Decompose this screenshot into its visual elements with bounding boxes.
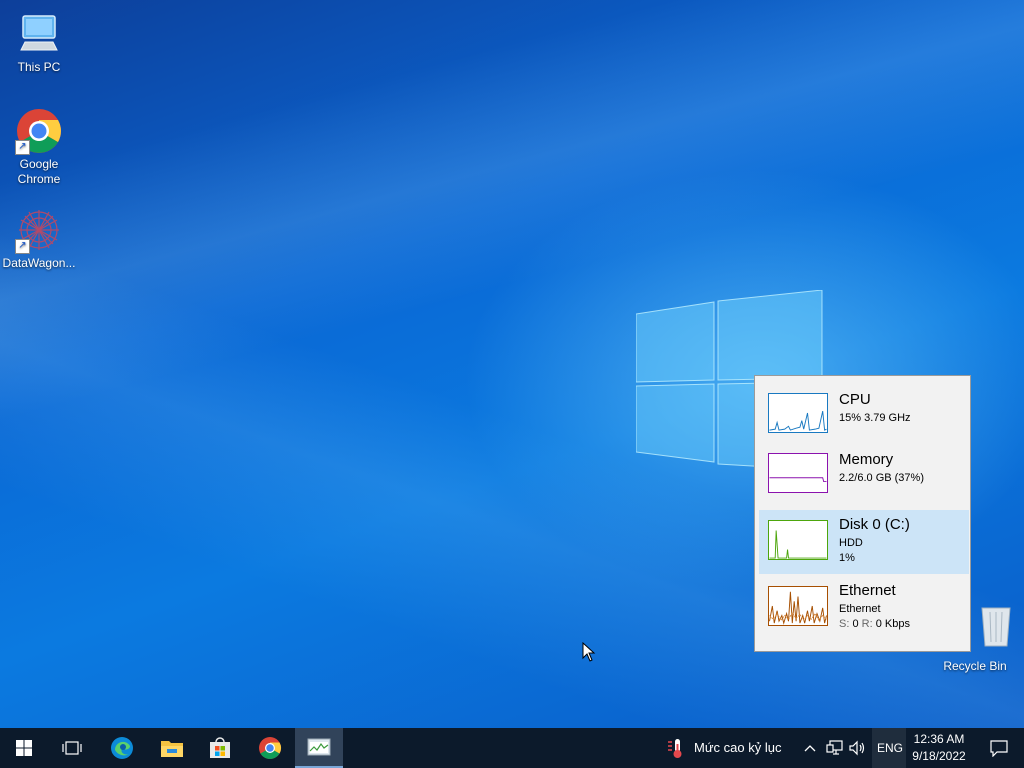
perf-item-detail: 15% 3.79 GHz	[839, 412, 911, 424]
memory-graph	[768, 453, 828, 493]
desktop-icon-label: Google Chrome	[17, 157, 61, 186]
task-manager-button[interactable]	[295, 728, 343, 768]
perf-item-throughput: S: 0 R: 0 Kbps	[839, 618, 910, 630]
disk-graph	[768, 520, 828, 560]
clock-time: 12:36 AM	[913, 732, 965, 746]
network-button[interactable]	[823, 728, 847, 768]
desktop-icon-google-chrome[interactable]: ↗ Google Chrome	[1, 107, 77, 187]
chevron-up-icon	[804, 745, 816, 752]
perf-item-detail: HDD	[839, 537, 863, 549]
perf-item-title: CPU	[839, 391, 871, 408]
mouse-cursor	[582, 642, 596, 662]
cpu-graph	[768, 393, 828, 433]
network-wired-icon	[826, 740, 843, 755]
desktop-icon-label: DataWagon...	[2, 256, 76, 270]
show-hidden-icons-button[interactable]	[800, 728, 820, 768]
input-language-button[interactable]: ENG	[872, 728, 906, 768]
weather-widget-icon-area[interactable]	[660, 728, 690, 768]
task-view-icon	[62, 741, 82, 755]
file-explorer-button[interactable]	[148, 728, 196, 768]
desktop-icon-label: This PC	[17, 60, 61, 74]
weather-text[interactable]: Mức cao kỷ lục	[694, 740, 781, 755]
recv-value: 0 Kbps	[875, 618, 910, 630]
start-icon	[16, 740, 32, 756]
task-manager-icon	[307, 738, 331, 756]
perf-item-cpu[interactable]: CPU 15% 3.79 GHz	[759, 385, 969, 449]
action-center-button[interactable]	[975, 728, 1023, 768]
recv-label: R:	[861, 618, 873, 630]
thermometer-hot-icon	[668, 739, 682, 758]
desktop-icon-datawagon[interactable]: ↗ DataWagon...	[1, 206, 77, 271]
perf-item-memory[interactable]: Memory 2.2/6.0 GB (37%)	[759, 445, 969, 509]
desktop-icon-this-pc[interactable]: This PC	[1, 10, 77, 75]
notification-icon	[990, 740, 1008, 757]
computer-icon	[15, 10, 63, 58]
chrome-taskbar-button[interactable]	[246, 728, 294, 768]
send-value: 0	[852, 618, 859, 630]
perf-item-title: Disk 0 (C:)	[839, 516, 910, 533]
task-view-button[interactable]	[48, 728, 96, 768]
chrome-icon: ↗	[15, 107, 63, 155]
volume-button[interactable]	[847, 728, 869, 768]
perf-item-title: Ethernet	[839, 582, 896, 599]
start-button[interactable]	[0, 728, 48, 768]
store-icon	[210, 737, 230, 758]
shortcut-arrow-icon: ↗	[15, 239, 30, 254]
clock[interactable]: 12:36 AM 9/18/2022	[908, 728, 970, 768]
perf-item-usage: 1%	[839, 552, 855, 564]
file-explorer-icon	[161, 741, 183, 757]
taskbar: Mức cao kỷ lục ENG 12:36 AM 9/18/2022	[0, 728, 1024, 768]
perf-item-title: Memory	[839, 451, 894, 468]
clock-date: 9/18/2022	[912, 749, 966, 763]
chrome-icon	[259, 737, 281, 759]
store-button[interactable]	[196, 728, 244, 768]
datawagon-icon: ↗	[15, 206, 63, 254]
perf-item-ethernet[interactable]: Ethernet Ethernet S: 0 R: 0 Kbps	[759, 576, 969, 640]
language-label: ENG	[877, 741, 904, 755]
perf-item-detail: 2.2/6.0 GB (37%)	[839, 472, 924, 484]
performance-flyout: CPU 15% 3.79 GHz Memory 2.2/6.0 GB (37%)…	[754, 375, 971, 652]
shortcut-arrow-icon: ↗	[15, 140, 30, 155]
edge-button[interactable]	[98, 728, 146, 768]
recycle-bin-label: Recycle Bin	[943, 659, 1007, 673]
perf-item-disk[interactable]: Disk 0 (C:) HDD 1%	[759, 510, 969, 574]
edge-icon	[111, 737, 133, 759]
speaker-icon	[849, 740, 865, 756]
send-label: S:	[839, 618, 850, 630]
ethernet-graph	[768, 586, 828, 626]
perf-item-detail: Ethernet	[839, 603, 881, 615]
